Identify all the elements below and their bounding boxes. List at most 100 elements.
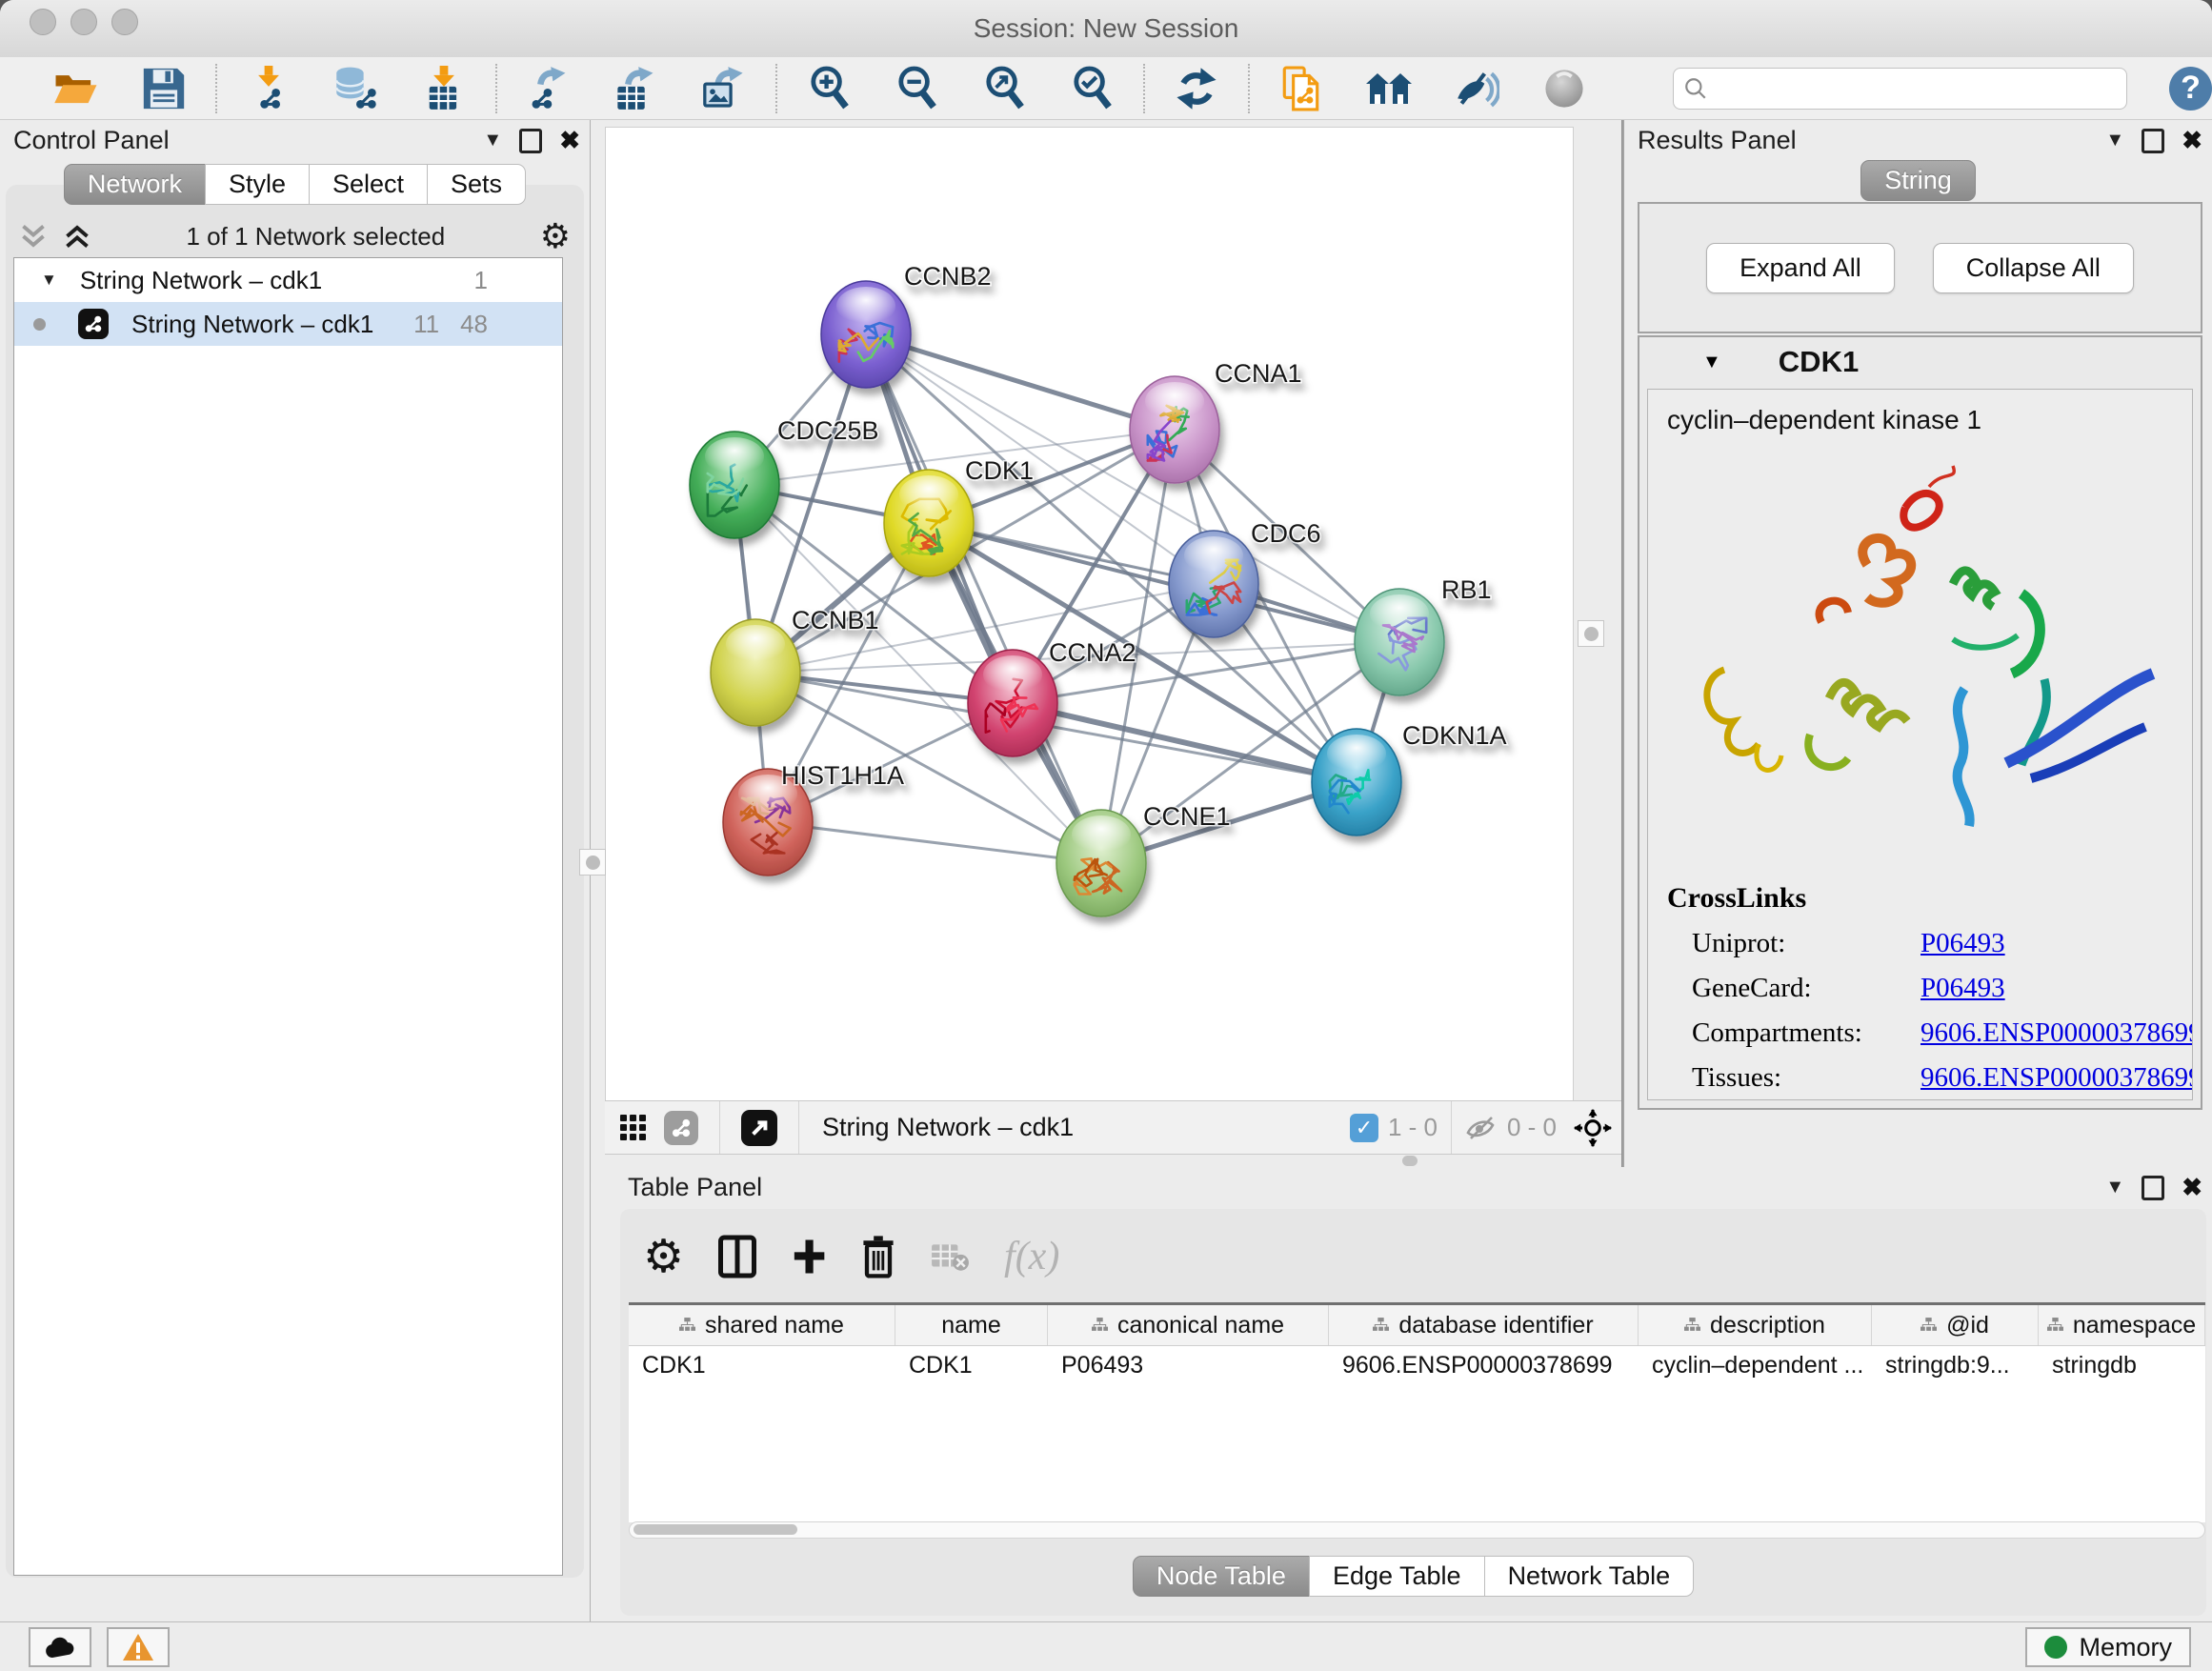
- node-table[interactable]: shared namenamecanonical namedatabase id…: [629, 1302, 2205, 1522]
- column-header-name[interactable]: name: [895, 1305, 1048, 1345]
- scrollbar-thumb[interactable]: [633, 1524, 797, 1535]
- table-cell[interactable]: cyclin–dependent ...: [1639, 1346, 1872, 1384]
- crosslink-link[interactable]: 9606.ENSP00000378699: [1920, 1062, 2193, 1094]
- column-header-at-id[interactable]: @id: [1872, 1305, 2039, 1345]
- export-image-icon[interactable]: [699, 64, 749, 113]
- table-row[interactable]: CDK1CDK1P064939606.ENSP00000378699cyclin…: [629, 1346, 2205, 1384]
- table-cell[interactable]: stringdb: [2039, 1346, 2205, 1384]
- column-header-canonical-name[interactable]: canonical name: [1048, 1305, 1329, 1345]
- control-panel-menu-icon[interactable]: ▼: [483, 130, 502, 151]
- network-edge[interactable]: [734, 485, 1214, 584]
- zoom-out-icon[interactable]: [892, 64, 941, 113]
- network-node-CCNB1[interactable]: CCNB1: [711, 606, 879, 726]
- save-session-icon[interactable]: [139, 64, 189, 113]
- column-header-description[interactable]: description: [1639, 1305, 1872, 1345]
- tab-network-table[interactable]: Network Table: [1484, 1556, 1695, 1597]
- control-panel-float-icon[interactable]: [519, 129, 542, 153]
- crosslink-link[interactable]: 9606.ENSP00000378699: [1920, 1017, 2193, 1049]
- results-panel-float-icon[interactable]: [2142, 129, 2164, 153]
- table-options-gear-icon[interactable]: ⚙: [643, 1230, 684, 1283]
- warnings-button[interactable]: [107, 1627, 170, 1667]
- crosslink-link[interactable]: P06493: [1920, 973, 2005, 1004]
- network-node-HIST1H1A[interactable]: HIST1H1A: [723, 761, 904, 876]
- tab-network[interactable]: Network: [64, 164, 206, 205]
- right-splitter-handle[interactable]: [1578, 620, 1604, 647]
- network-edge[interactable]: [866, 334, 1175, 430]
- zoom-selected-icon[interactable]: [1067, 64, 1116, 113]
- create-column-icon[interactable]: [791, 1237, 827, 1277]
- network-node-CCNE1[interactable]: CCNE1: [1056, 802, 1231, 916]
- network-node-CDC6[interactable]: CDC6: [1169, 519, 1321, 637]
- network-node-CDK1[interactable]: CDK1: [884, 456, 1034, 576]
- search-input[interactable]: [1716, 74, 2117, 103]
- table-cell[interactable]: stringdb:9...: [1872, 1346, 2039, 1384]
- results-panel-menu-icon[interactable]: ▼: [2105, 130, 2124, 151]
- tab-edge-table[interactable]: Edge Table: [1309, 1556, 1485, 1597]
- network-node-CDC25B[interactable]: CDC25B: [690, 416, 879, 538]
- search-box[interactable]: [1673, 68, 2127, 110]
- crosslink-link[interactable]: P06493: [1920, 928, 2005, 959]
- show-columns-icon[interactable]: [718, 1235, 756, 1278]
- table-cell[interactable]: 9606.ENSP00000378699: [1329, 1346, 1639, 1384]
- selected-checkbox-icon[interactable]: ✓: [1350, 1114, 1378, 1142]
- zoom-fit-icon[interactable]: [979, 64, 1029, 113]
- annotations-icon[interactable]: [1277, 64, 1326, 113]
- network-edge[interactable]: [768, 822, 1101, 863]
- table-cell[interactable]: CDK1: [895, 1346, 1048, 1384]
- table-panel-float-icon[interactable]: [2142, 1176, 2164, 1200]
- expand-all-button[interactable]: Expand All: [1706, 243, 1895, 293]
- table-cell[interactable]: CDK1: [629, 1346, 895, 1384]
- network-edge[interactable]: [1013, 703, 1357, 782]
- left-splitter-handle[interactable]: [579, 849, 606, 876]
- network-collection-row[interactable]: ▼ String Network – cdk1 1: [14, 258, 562, 302]
- tab-string[interactable]: String: [1860, 160, 1976, 201]
- gene-expander-icon[interactable]: ▼: [1702, 352, 1721, 373]
- column-header-shared-name[interactable]: shared name: [629, 1305, 895, 1345]
- network-node-RB1[interactable]: RB1: [1355, 575, 1492, 695]
- network-overview-icon[interactable]: [1364, 64, 1414, 113]
- delete-column-icon[interactable]: [861, 1235, 895, 1278]
- help-button[interactable]: ?: [2169, 67, 2212, 111]
- horizontal-splitter-handle[interactable]: [1402, 1156, 1418, 1166]
- import-network-from-database-icon[interactable]: [332, 64, 381, 113]
- hide-graphics-details-icon[interactable]: [1452, 64, 1501, 113]
- collection-expander-icon[interactable]: ▼: [41, 271, 57, 290]
- zoom-in-icon[interactable]: [804, 64, 854, 113]
- tab-select[interactable]: Select: [309, 164, 428, 205]
- tab-style[interactable]: Style: [205, 164, 310, 205]
- results-panel-close-icon[interactable]: ✖: [2182, 126, 2202, 155]
- network-row[interactable]: String Network – cdk1 11 48: [14, 302, 562, 346]
- memory-button[interactable]: Memory: [2025, 1627, 2191, 1667]
- network-canvas[interactable]: CCNB2CCNA1CDC25BCDK1CDC6RB1CCNB1CCNA2CDK…: [605, 127, 1574, 1102]
- export-table-icon[interactable]: [612, 64, 661, 113]
- control-panel-close-icon[interactable]: ✖: [559, 126, 580, 155]
- cloud-button[interactable]: [29, 1627, 91, 1667]
- tab-node-table[interactable]: Node Table: [1133, 1556, 1310, 1597]
- show-graphics-details-icon[interactable]: [1539, 64, 1589, 113]
- import-network-icon[interactable]: [244, 64, 293, 113]
- open-session-icon[interactable]: [51, 64, 101, 113]
- crosshair-navigate-icon[interactable]: [1574, 1109, 1612, 1147]
- column-header-database-identifier[interactable]: database identifier: [1329, 1305, 1639, 1345]
- fit-selected-icon[interactable]: [741, 1110, 777, 1146]
- tab-sets[interactable]: Sets: [427, 164, 526, 205]
- birds-eye-view-icon[interactable]: [618, 1113, 649, 1143]
- network-node-CCNB2[interactable]: CCNB2: [821, 262, 992, 388]
- network-node-CDKN1A[interactable]: CDKN1A: [1312, 721, 1507, 836]
- table-cell[interactable]: P06493: [1048, 1346, 1329, 1384]
- string-style-icon[interactable]: [664, 1111, 698, 1145]
- column-header-namespace[interactable]: namespace: [2039, 1305, 2205, 1345]
- expand-all-networks-icon[interactable]: [63, 223, 91, 250]
- import-table-icon[interactable]: [419, 64, 469, 113]
- gene-section-header[interactable]: ▼ CDK1: [1639, 337, 2201, 387]
- network-edge[interactable]: [929, 523, 1399, 642]
- collapse-all-button[interactable]: Collapse All: [1933, 243, 2134, 293]
- table-panel-menu-icon[interactable]: ▼: [2105, 1177, 2124, 1198]
- network-options-gear-icon[interactable]: ⚙: [540, 219, 571, 253]
- apply-preferred-layout-icon[interactable]: [1172, 64, 1221, 113]
- export-network-icon[interactable]: [524, 64, 573, 113]
- collapse-all-networks-icon[interactable]: [19, 223, 48, 250]
- table-horizontal-scrollbar[interactable]: [629, 1521, 2205, 1539]
- table-panel-close-icon[interactable]: ✖: [2182, 1173, 2202, 1202]
- network-node-CCNA1[interactable]: CCNA1: [1130, 359, 1302, 483]
